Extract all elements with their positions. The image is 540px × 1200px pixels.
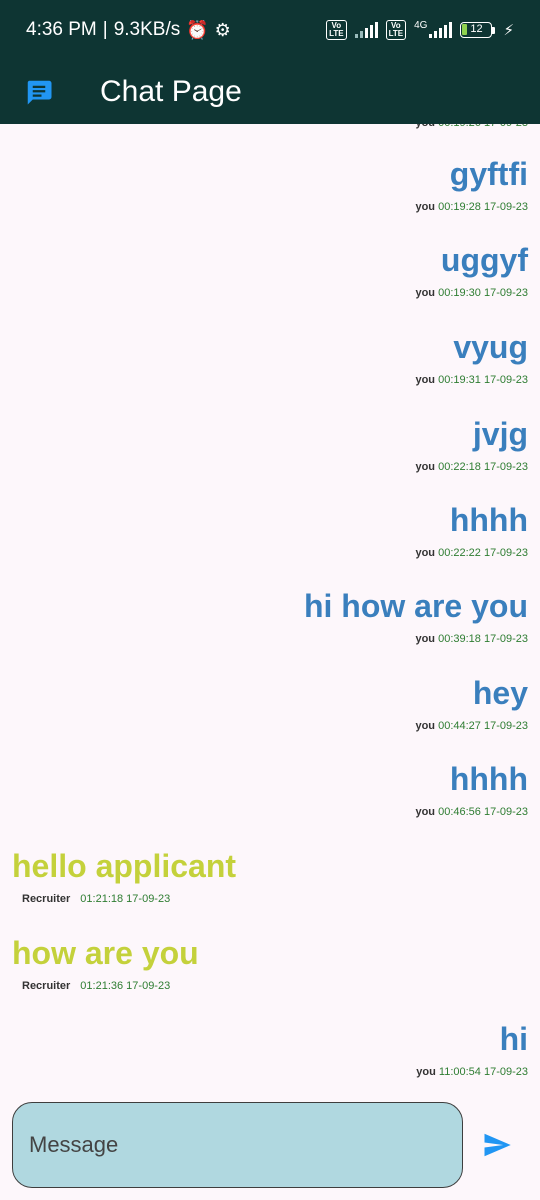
message-text: gyftfi: [449, 156, 528, 192]
charging-bolt-icon: ⚡: [503, 22, 514, 39]
message-item: hhhh you 00:46:56 17-09-23: [0, 759, 540, 819]
status-separator: |: [102, 19, 108, 40]
message-time: 00:19:30 17-09-23: [438, 287, 528, 299]
chat-icon[interactable]: [24, 77, 54, 107]
status-time: 4:36 PM: [26, 19, 97, 40]
message-time: 00:19:31 17-09-23: [438, 374, 528, 386]
message-time: 11:00:54 17-09-23: [438, 1066, 528, 1078]
message-list[interactable]: you 00:19:26 17-09-23 gyftfi you 00:19:2…: [0, 124, 540, 1090]
message-item: vyug you 00:19:31 17-09-23: [0, 327, 540, 387]
message-item: hi how are you you 00:39:18 17-09-23: [0, 586, 540, 646]
message-composer: [0, 1100, 540, 1200]
message-text: hi how are you: [303, 588, 528, 624]
message-sender: you: [415, 461, 436, 473]
message-sender: you: [415, 201, 436, 213]
message-time: 00:22:22 17-09-23: [438, 547, 528, 559]
message-text: how are you: [12, 935, 199, 971]
message-sender: you: [415, 287, 436, 299]
message-sender: Recruiter: [22, 893, 71, 905]
message-text: hey: [472, 675, 528, 711]
status-bar: 4:36 PM | 9.3KB/s ⏰ ⚙ Vo LTE Vo LTE 4G 12 …: [0, 0, 540, 60]
network-speed: 9.3KB/s: [113, 19, 181, 40]
message-text: hi: [499, 1021, 528, 1057]
message-sender: you: [416, 1066, 436, 1078]
settings-gear-icon: ⚙: [214, 20, 231, 40]
message-text: hello applicant: [12, 848, 237, 884]
message-item: hello applicant Recruiter 01:21:18 17-09-…: [0, 846, 540, 906]
message-text: hhhh: [449, 502, 528, 538]
message-item: gyftfi you 00:19:28 17-09-23: [0, 154, 540, 214]
message-item: hey you 00:44:27 17-09-23: [0, 673, 540, 733]
message-item: uggyf you 00:19:30 17-09-23: [0, 240, 540, 300]
message-time: 01:21:18 17-09-23: [80, 893, 171, 905]
signal-strength-icon: [354, 22, 378, 38]
message-sender: you: [415, 806, 436, 818]
message-time: 00:39:18 17-09-23: [438, 633, 528, 645]
message-item: hhhh you 00:22:22 17-09-23: [0, 500, 540, 560]
message-item: you 00:19:26 17-09-23: [0, 124, 540, 130]
message-time: 01:21:36 17-09-23: [80, 980, 171, 992]
message-time: 00:46:56 17-09-23: [438, 806, 528, 818]
message-text: jvjg: [472, 416, 528, 452]
message-text: hhhh: [449, 761, 528, 797]
status-right: Vo LTE Vo LTE 4G 12 ⚡: [326, 20, 514, 40]
message-time: 00:44:27 17-09-23: [438, 720, 528, 732]
volte-icon: Vo LTE: [326, 20, 347, 40]
message-sender: Recruiter: [22, 980, 71, 992]
message-time: 00:19:28 17-09-23: [438, 201, 528, 213]
message-time: 00:22:18 17-09-23: [438, 461, 528, 473]
message-text: vyug: [453, 329, 528, 365]
page-title: Chat Page: [100, 75, 242, 108]
message-input[interactable]: [12, 1102, 463, 1188]
message-sender: you: [415, 374, 436, 386]
send-icon: [484, 1133, 511, 1157]
message-sender: you: [415, 720, 436, 732]
alarm-icon: ⏰: [186, 20, 209, 40]
message-sender: you: [415, 633, 436, 645]
message-item: hi you 11:00:54 17-09-23: [0, 1019, 540, 1079]
signal-strength-icon-2: [429, 22, 453, 38]
app-bar: Chat Page: [0, 60, 540, 124]
battery-icon: 12: [460, 22, 496, 38]
volte-icon-2: Vo LTE: [385, 20, 407, 40]
message-item: how are you Recruiter 01:21:36 17-09-23: [0, 933, 540, 993]
send-button[interactable]: [480, 1130, 514, 1160]
battery-level: 12: [470, 23, 483, 35]
message-item: jvjg you 00:22:18 17-09-23: [0, 414, 540, 474]
message-sender: you: [415, 547, 436, 559]
message-text: uggyf: [440, 242, 528, 278]
status-left: 4:36 PM | 9.3KB/s ⏰ ⚙: [26, 19, 231, 41]
network-type: 4G: [414, 19, 428, 31]
